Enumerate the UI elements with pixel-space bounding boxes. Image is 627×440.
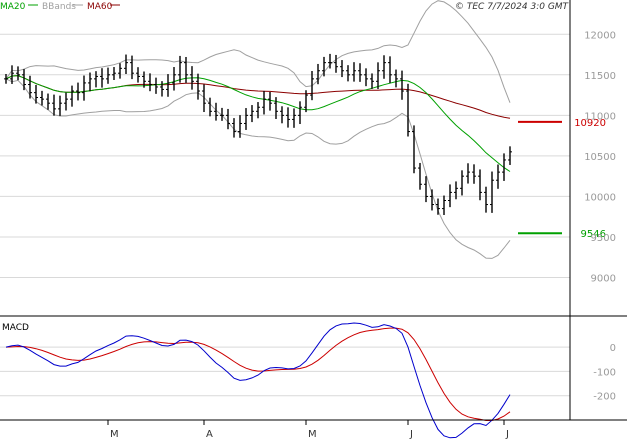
price-bar [292,108,296,128]
price-tick-label: 9000 [591,274,616,285]
x-tick-label: A [206,429,213,440]
axis-labels: 12000 11500 11000 10500 10000 9500 9000 0 -100 -2… [110,30,616,440]
price-bar [286,107,290,128]
price-bar [76,82,80,101]
price-bar [16,66,20,81]
ma20-line [5,75,511,172]
grid-lines [0,33,570,279]
price-bar [46,93,50,110]
price-bar [82,75,86,101]
price-bar [94,71,98,88]
x-tick-label: J [505,429,509,440]
price-bar [172,67,176,91]
chart-frame [0,0,627,425]
price-levels: 109209546 [518,118,606,240]
moving-averages [5,75,511,172]
price-bar [208,97,212,117]
bbands-upper-line [5,0,511,103]
chart-header: MA20 BBands MA60 © TEC 7/7/2024 3:0 GMT [0,2,570,12]
price-bar [238,115,242,138]
price-bar [490,171,494,213]
copyright: © TEC 7/7/2024 3:0 GMT [455,2,570,12]
price-bar [22,69,26,91]
price-bar [118,63,122,79]
price-bar [460,170,464,196]
price-bar [112,67,116,80]
price-bar [448,184,452,208]
x-tick-label: M [110,429,119,440]
price-chart: 109209546 MACD 12000 11500 11000 10500 10000… [0,0,627,440]
price-bar [178,55,182,83]
legend-bbands: BBands [42,2,76,12]
price-bars [4,53,512,215]
x-tick-label: J [409,429,413,440]
price-bar [388,56,392,84]
price-bar [334,54,338,73]
price-bar [154,77,158,94]
price-bar [466,163,470,184]
price-bar [124,54,128,74]
price-bar [64,92,68,111]
price-bar [370,73,374,89]
macd-tick-label: -200 [593,392,616,403]
price-bar [70,85,74,107]
macd-tick-label: -100 [593,367,616,378]
price-bar [88,72,92,92]
price-bar [346,65,350,82]
price-bar [268,92,272,111]
price-bar [130,55,134,80]
price-bar [280,106,284,124]
price-bar [418,162,422,190]
macd-line [5,322,511,439]
macd-tick-label: 0 [610,343,616,354]
legend-ma60: MA60 [87,2,113,12]
price-bar [106,67,110,84]
price-bar [262,90,266,115]
macd-signal-line [5,327,511,421]
price-bar [40,90,44,106]
price-bar [364,68,368,87]
price-bar [298,101,302,125]
price-bar [412,125,416,174]
x-tick-label: M [308,429,317,440]
price-bar [100,68,104,88]
price-tick-label: 9500 [591,233,616,244]
macd-title: MACD [2,323,29,333]
price-bar [406,83,410,137]
price-bar [472,164,476,184]
price-bar [58,95,62,116]
price-tick-label: 10000 [584,192,616,203]
price-bar [4,74,8,84]
price-tick-label: 11500 [584,71,616,82]
price-bar [226,108,230,130]
price-bar [430,189,434,211]
price-bar [484,186,488,213]
legend-ma20: MA20 [0,2,26,12]
price-bar [376,62,380,90]
price-bar [496,164,500,189]
price-bar [52,94,56,116]
price-tick-label: 11000 [584,111,616,122]
price-bar [160,81,164,97]
price-bar [442,195,446,215]
price-bar [358,63,362,82]
price-bar [502,153,506,181]
price-bar [394,69,398,88]
price-bar [250,105,254,123]
price-bar [244,108,248,130]
price-bar [148,73,152,92]
macd-panel: MACD [0,322,570,439]
price-tick-label: 10500 [584,152,616,163]
price-bar [478,169,482,201]
price-bar [28,75,32,99]
price-tick-label: 12000 [584,30,616,41]
price-bar [352,62,356,82]
bollinger-bands [5,0,511,259]
price-bar [166,74,170,97]
